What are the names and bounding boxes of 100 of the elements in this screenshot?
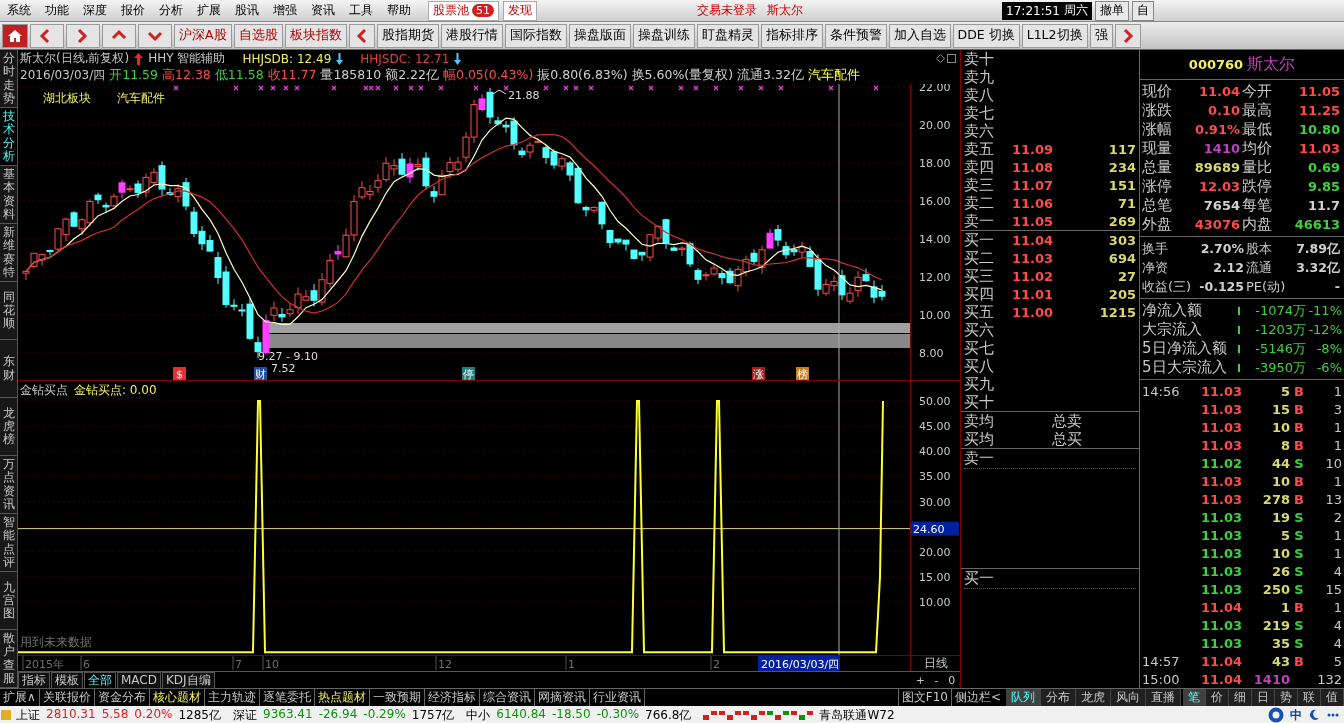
square-icon[interactable] — [947, 54, 956, 63]
side-tab[interactable]: 基本资料 — [0, 166, 17, 224]
trade-volume: 250 — [1261, 581, 1290, 597]
chart-tab[interactable]: 指标 — [18, 672, 50, 689]
toolbar-button[interactable]: 盯盘精灵 — [696, 23, 759, 48]
index-change: 5.58 — [101, 706, 129, 723]
order-level: 买十 — [964, 393, 995, 412]
side-tab[interactable]: 万点资讯 — [0, 456, 17, 514]
toolbar-button[interactable]: 操盘版面 — [568, 23, 631, 48]
zoom-button[interactable]: + — [915, 674, 925, 687]
order-level: 卖七 — [964, 104, 995, 123]
menu-item[interactable]: 功能 — [38, 2, 76, 19]
toolbar-button[interactable]: 操盘训练 — [632, 23, 695, 48]
side-tab[interactable]: 新维赛特 — [0, 224, 17, 282]
chart-title: 斯太尔(日线,前复权) — [20, 50, 130, 67]
indicator-reading: 金钻买点: 0.00 — [74, 382, 157, 399]
chart-tab[interactable]: 模板 — [51, 672, 83, 689]
toolbar-button[interactable]: 强 — [1089, 23, 1113, 48]
event-marker[interactable]: $ — [173, 367, 186, 380]
index-name: 中小 — [466, 706, 491, 723]
side-tab[interactable]: 技术分析 — [0, 108, 17, 166]
quote-label: 涨跌 — [1142, 101, 1173, 120]
trade-side: S — [1294, 527, 1304, 543]
diamond-icon[interactable] — [936, 54, 945, 63]
order-level: 买一 — [964, 231, 995, 250]
home-icon[interactable] — [2, 23, 28, 48]
flow-amount: -3950万 — [1254, 358, 1306, 377]
trade-side: B — [1294, 419, 1304, 435]
trade-price: 11.03 — [1199, 491, 1242, 507]
market-button[interactable]: 自选股 — [233, 23, 283, 48]
toolbar-button[interactable]: 港股行情 — [440, 23, 503, 48]
quote-value: 7654 — [1202, 197, 1241, 215]
stock-code: 000760 — [1188, 57, 1244, 72]
toolbar-button[interactable]: 国际指数 — [504, 23, 567, 48]
side-tab[interactable]: 龙虎榜 — [0, 398, 17, 456]
period-label[interactable]: 日线 — [910, 656, 960, 671]
menu-item[interactable]: 系统 — [0, 2, 38, 19]
order-volume: 205 — [1107, 287, 1136, 302]
trade-count: 2 — [1332, 509, 1342, 525]
quote-value: -0.125 — [1198, 278, 1245, 296]
trade-volume: 1 — [1279, 599, 1290, 615]
trade-volume: 44 — [1270, 455, 1290, 471]
toolbar-button[interactable]: 指标排序 — [760, 23, 823, 48]
toolbar-button[interactable]: 股指期货 — [376, 23, 439, 48]
scroll-right-icon[interactable] — [1114, 23, 1141, 48]
toolbar-button[interactable]: DDE 切换 — [952, 23, 1020, 48]
market-button[interactable]: 沪深A股 — [174, 23, 232, 48]
menu-item[interactable]: 分析 — [152, 2, 190, 19]
axis-label: 15.00 — [919, 570, 951, 584]
menu-button[interactable]: 撤单 — [1095, 0, 1129, 21]
quote-value: 9.85 — [1306, 178, 1341, 196]
index-percent: 0.20% — [134, 706, 173, 723]
side-tab[interactable]: 东财 — [0, 340, 17, 398]
moon-icon[interactable] — [1308, 709, 1320, 721]
panel-tab[interactable]: 队列 — [1006, 689, 1041, 706]
trade-count: 1 — [1332, 383, 1342, 399]
trade-side: B — [1294, 473, 1304, 489]
axis-label: 12.00 — [919, 271, 951, 284]
menu-item[interactable]: 工具 — [342, 2, 380, 19]
quote-label: 跌停 — [1242, 177, 1273, 196]
axis-label: 30.00 — [919, 495, 951, 509]
market-button[interactable]: 板块指数 — [284, 23, 347, 48]
quote-label: 内盘 — [1242, 215, 1273, 234]
chart-tab[interactable]: KDJ自编 — [162, 672, 215, 689]
toolbar-button[interactable]: L1L2切换 — [1021, 23, 1088, 48]
event-marker[interactable]: 停 — [462, 367, 475, 380]
menu-item[interactable]: 帮助 — [380, 2, 418, 19]
ime-logo-icon[interactable] — [1268, 707, 1284, 723]
trade-side: B — [1294, 653, 1304, 669]
side-tab[interactable]: 九宫图 — [0, 572, 17, 630]
menu-item[interactable]: 报价 — [114, 2, 152, 19]
scroll-left-icon[interactable] — [348, 23, 375, 48]
order-price: 11.08 — [1011, 160, 1055, 175]
chart-tab[interactable]: 全部 — [84, 672, 116, 689]
summary-label: 买均 — [964, 430, 995, 449]
discover-button[interactable]: 发现 — [503, 0, 537, 21]
trade-price: 11.03 — [1199, 473, 1242, 489]
zoom-button[interactable]: - — [934, 674, 939, 687]
detail-tab[interactable]: 笔 — [1183, 689, 1206, 706]
toolbar-button[interactable]: 条件预警 — [824, 23, 887, 48]
event-marker[interactable]: 财 — [254, 367, 267, 380]
zoom-button[interactable]: 0 — [948, 674, 956, 687]
menu-item[interactable]: 资讯 — [304, 2, 342, 19]
trade-price: 11.03 — [1199, 563, 1242, 579]
menu-item[interactable]: 扩展 — [190, 2, 228, 19]
chart-tab[interactable]: MACD — [117, 672, 161, 689]
side-tab[interactable]: 智能点评 — [0, 514, 17, 572]
event-marker[interactable]: 涨 — [752, 367, 765, 380]
side-tab[interactable]: 同花顺 — [0, 282, 17, 340]
menu-item[interactable]: 深度 — [76, 2, 114, 19]
summary-label: 卖均 — [964, 412, 995, 431]
menu-button[interactable]: 自 — [1132, 0, 1154, 21]
menu-item[interactable]: 股讯 — [228, 2, 266, 19]
trade-count: 3 — [1332, 401, 1342, 417]
ohlc-field: 汽车配件 — [807, 67, 860, 84]
stock-pool-button[interactable]: 股票池 51 — [428, 0, 499, 21]
toolbar-button[interactable]: 加入自选 — [888, 23, 951, 48]
trade-price: 11.03 — [1199, 509, 1242, 525]
menu-item[interactable]: 增强 — [266, 2, 304, 19]
ime-mode[interactable]: 中 — [1290, 706, 1302, 723]
